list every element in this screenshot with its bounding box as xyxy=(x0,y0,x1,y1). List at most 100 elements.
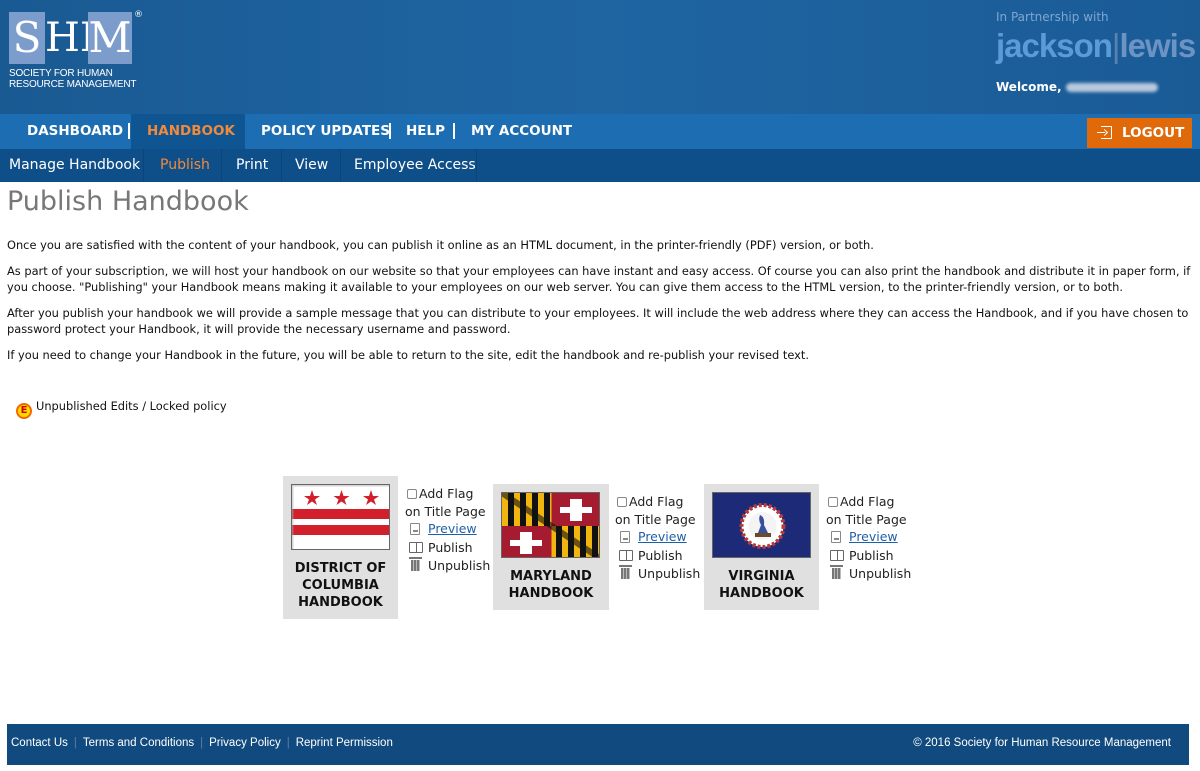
footer-link-reprint[interactable]: Reprint Permission xyxy=(296,737,393,749)
add-flag-label-line2: on Title Page xyxy=(615,511,696,527)
page-title: Publish Handbook xyxy=(7,186,249,217)
nav-policy-updates[interactable]: POLICY UPDATES xyxy=(261,114,390,149)
preview-link[interactable]: Preview xyxy=(428,521,477,536)
partner-label: In Partnership with xyxy=(996,10,1109,24)
handbook-options-maryland: Add Flag on Title Page Preview Publish U… xyxy=(615,493,700,584)
logo-letters: S HR M xyxy=(9,12,136,64)
subnav-print[interactable]: Print xyxy=(222,149,282,182)
footer-separator: | xyxy=(73,737,77,749)
publish-action[interactable]: Publish xyxy=(405,539,490,558)
unpublish-action[interactable]: Unpublish xyxy=(405,557,490,576)
subnav-publish[interactable]: Publish xyxy=(144,149,222,182)
handbook-name: MARYLAND HANDBOOK xyxy=(493,568,609,602)
handbook-options-virginia: Add Flag on Title Page Preview Publish U… xyxy=(826,493,911,584)
handbook-name-line: DISTRICT OF xyxy=(294,561,387,576)
logo-line-1: SOCIETY FOR HUMAN xyxy=(9,68,113,79)
logo-letter-m: M xyxy=(88,12,132,64)
unpublish-action[interactable]: Unpublish xyxy=(615,565,700,584)
book-icon xyxy=(619,549,633,561)
logo-letter-hr: HR xyxy=(45,15,110,61)
edit-status-legend: E Unpublished Edits / Locked policy xyxy=(16,399,227,419)
add-flag-label: Add Flag xyxy=(419,486,474,501)
main-nav: DASHBOARD HANDBOOK POLICY UPDATES HELP M… xyxy=(0,114,1200,149)
logo-line-2: RESOURCE MANAGEMENT xyxy=(9,79,137,90)
publish-label: Publish xyxy=(849,547,894,563)
book-icon xyxy=(830,549,844,561)
preview-link[interactable]: Preview xyxy=(849,529,898,544)
site-header: S HR M ® SOCIETY FOR HUMAN RESOURCE MANA… xyxy=(0,0,1200,114)
intro-paragraph-3: After you publish your handbook we will … xyxy=(7,306,1189,336)
unpublish-label: Unpublish xyxy=(638,566,701,581)
handbook-name: VIRGINIA HANDBOOK xyxy=(704,568,819,602)
logout-label: LOGOUT xyxy=(1122,125,1185,141)
add-flag-label-line2: on Title Page xyxy=(826,511,907,527)
subnav-employee-access[interactable]: Employee Access xyxy=(341,149,477,182)
publish-label: Publish xyxy=(428,539,473,555)
publish-action[interactable]: Publish xyxy=(615,547,700,566)
pdf-document-icon xyxy=(620,531,630,543)
handbook-name-line: COLUMBIA xyxy=(302,578,379,593)
pdf-document-icon xyxy=(831,531,841,543)
shrm-logo[interactable]: S HR M ® SOCIETY FOR HUMAN RESOURCE MANA… xyxy=(9,10,143,90)
site-footer: Contact Us | Terms and Conditions | Privacy … xyxy=(7,724,1189,765)
logo-letter-s: S xyxy=(9,12,45,64)
dc-flag-icon xyxy=(291,484,390,550)
handbook-options-dc: Add Flag on Title Page Preview Publish U… xyxy=(405,485,490,576)
jackson-lewis-logo: jackson|lewis xyxy=(996,27,1196,65)
pdf-document-icon xyxy=(410,523,420,535)
trash-icon xyxy=(618,565,632,579)
brand-part-2: lewis xyxy=(1119,27,1196,64)
intro-paragraph-1: Once you are satisfied with the content … xyxy=(7,238,874,252)
add-flag-label-line2: on Title Page xyxy=(405,503,486,519)
redacted-username xyxy=(1065,83,1158,92)
subnav-view[interactable]: View xyxy=(282,149,341,182)
footer-link-terms[interactable]: Terms and Conditions xyxy=(83,737,194,749)
nav-dashboard[interactable]: DASHBOARD xyxy=(0,114,128,149)
intro-paragraph-2: As part of your subscription, we will ho… xyxy=(7,264,1191,294)
unpublish-label: Unpublish xyxy=(428,558,491,573)
maryland-flag-icon xyxy=(501,492,600,558)
handbook-name-line: MARYLAND xyxy=(510,569,592,584)
trash-icon xyxy=(829,565,843,579)
handbook-card-maryland[interactable]: MARYLAND HANDBOOK xyxy=(493,484,609,610)
trash-icon xyxy=(408,557,422,571)
logout-icon xyxy=(1097,126,1112,139)
handbook-card-dc[interactable]: DISTRICT OF COLUMBIA HANDBOOK xyxy=(283,476,398,619)
preview-link[interactable]: Preview xyxy=(638,529,687,544)
nav-handbook[interactable]: HANDBOOK xyxy=(131,114,245,149)
handbook-name-line: HANDBOOK xyxy=(719,586,804,601)
book-icon xyxy=(409,541,423,553)
add-flag-checkbox[interactable] xyxy=(617,497,627,507)
footer-links: Contact Us | Terms and Conditions | Privacy … xyxy=(11,737,393,749)
intro-paragraph-4: If you need to change your Handbook in t… xyxy=(7,348,809,362)
handbook-name-line: VIRGINIA xyxy=(728,569,795,584)
publish-action[interactable]: Publish xyxy=(826,547,911,566)
unpublish-label: Unpublish xyxy=(849,566,912,581)
handbook-name: DISTRICT OF COLUMBIA HANDBOOK xyxy=(283,560,398,611)
sub-nav: Manage Handbook Publish Print View Emplo… xyxy=(0,149,1200,182)
welcome-message: Welcome, xyxy=(996,80,1158,94)
publish-label: Publish xyxy=(638,547,683,563)
add-flag-checkbox[interactable] xyxy=(828,497,838,507)
handbook-name-line: HANDBOOK xyxy=(508,586,594,601)
unpublished-edits-icon: E xyxy=(16,403,32,419)
unpublish-action[interactable]: Unpublish xyxy=(826,565,911,584)
nav-my-account[interactable]: MY ACCOUNT xyxy=(471,114,572,149)
logout-button[interactable]: LOGOUT xyxy=(1087,118,1192,148)
handbook-name-line: HANDBOOK xyxy=(298,595,383,610)
handbook-card-virginia[interactable]: VIRGINIA HANDBOOK xyxy=(704,484,819,610)
footer-separator: | xyxy=(286,737,290,749)
nav-separator xyxy=(389,123,391,139)
nav-separator xyxy=(453,123,455,139)
footer-separator: | xyxy=(200,737,204,749)
welcome-label: Welcome, xyxy=(996,80,1062,94)
footer-link-privacy[interactable]: Privacy Policy xyxy=(209,737,281,749)
nav-help[interactable]: HELP xyxy=(406,114,445,149)
copyright: © 2016 Society for Human Resource Manage… xyxy=(913,737,1171,749)
add-flag-label: Add Flag xyxy=(840,494,895,509)
registered-mark: ® xyxy=(134,10,143,20)
add-flag-checkbox[interactable] xyxy=(407,489,417,499)
subnav-manage-handbook[interactable]: Manage Handbook xyxy=(0,149,144,182)
footer-link-contact-us[interactable]: Contact Us xyxy=(11,737,68,749)
nav-separator xyxy=(128,123,130,139)
